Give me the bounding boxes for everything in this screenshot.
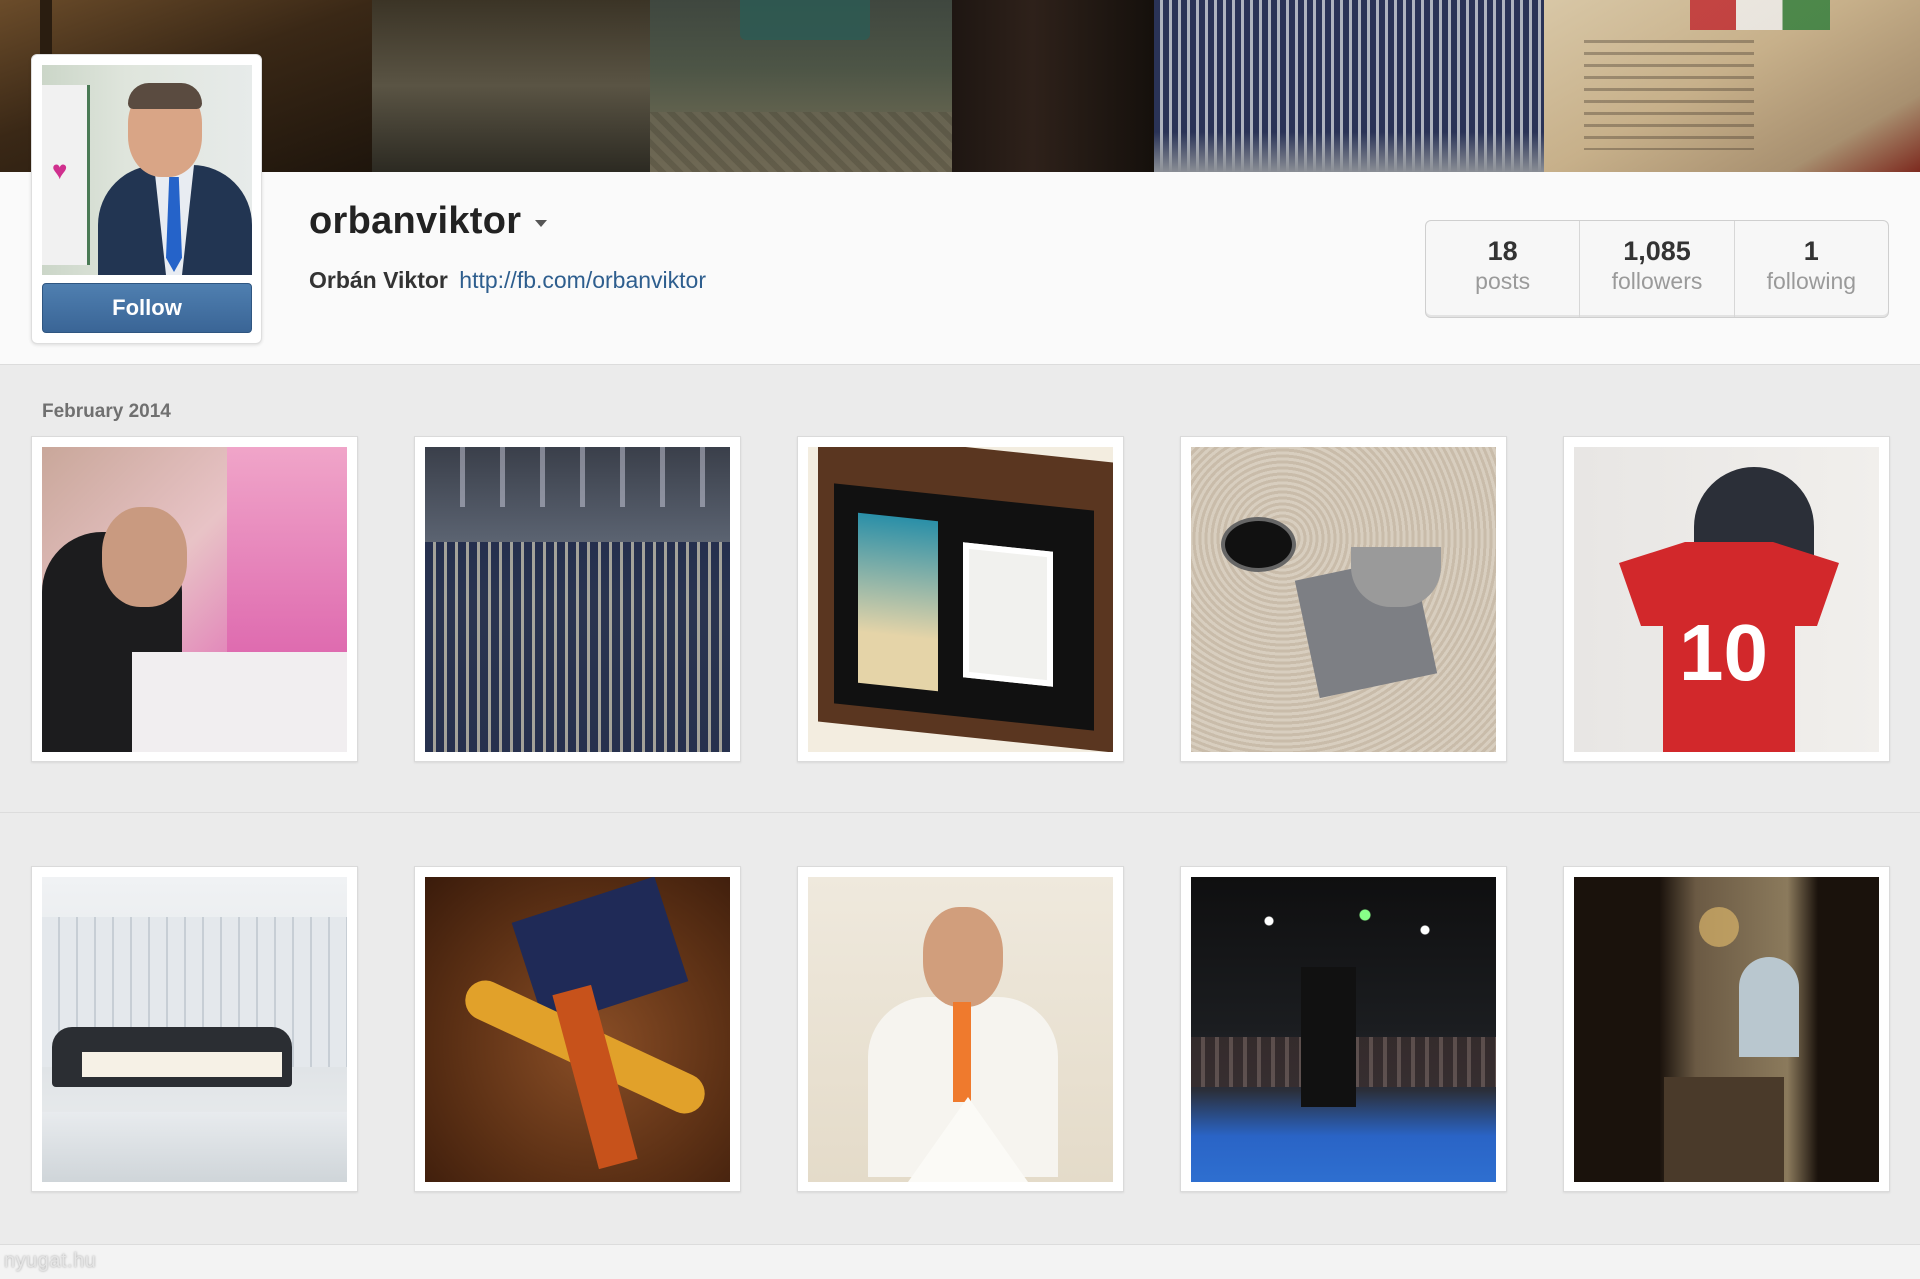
jersey-number: 10 [1679, 608, 1768, 697]
username: orbanviktor [309, 200, 522, 242]
caret-down-icon[interactable] [535, 220, 548, 227]
full-name: Orbán Viktor [309, 267, 448, 293]
following-count: 1 [1803, 236, 1819, 266]
photo-row-1: 10 [31, 436, 1890, 762]
watermark: nyugat.hu [4, 1250, 97, 1272]
cover-photo-2 [372, 0, 650, 172]
photo-children[interactable] [31, 436, 358, 762]
photo-book-and-ereader[interactable] [797, 436, 1124, 762]
follow-button[interactable]: Follow [42, 283, 252, 333]
posts-count: 18 [1487, 236, 1518, 266]
cover-photo-strip [0, 0, 1920, 172]
stat-posts[interactable]: 18 posts [1426, 221, 1581, 317]
cover-photo-6 [1544, 0, 1920, 172]
avatar[interactable]: ♥ [42, 65, 252, 275]
month-label: February 2014 [42, 401, 171, 422]
stat-following[interactable]: 1 following [1735, 221, 1888, 317]
photo-stage-speech[interactable] [1180, 866, 1507, 1192]
followers-count: 1,085 [1623, 236, 1691, 266]
photo-row-2 [31, 866, 1890, 1192]
cover-photo-4 [952, 0, 1154, 172]
username-row: orbanviktor [309, 200, 548, 243]
posts-label: posts [1475, 268, 1531, 294]
bottom-divider [0, 1244, 1920, 1279]
photo-meeting-room[interactable] [31, 866, 358, 1192]
profile-stats: 18 posts 1,085 followers 1 following [1425, 220, 1889, 318]
cover-photo-5 [1154, 0, 1544, 172]
photo-hall-formation[interactable] [414, 436, 741, 762]
profile-bio: Orbán Viktor http://fb.com/orbanviktor [309, 267, 706, 294]
avatar-card: ♥ Follow [31, 54, 262, 344]
photo-passport-ribbons[interactable] [414, 866, 741, 1192]
photo-red-jersey[interactable]: 10 [1563, 436, 1890, 762]
website-link[interactable]: http://fb.com/orbanviktor [459, 267, 706, 293]
heart-icon: ♥ [52, 155, 68, 185]
followers-label: followers [1611, 268, 1703, 294]
row-divider [0, 812, 1920, 813]
photo-cornerstone[interactable] [1180, 436, 1507, 762]
photo-parliament-hall[interactable] [1563, 866, 1890, 1192]
profile-header: orbanviktor Orbán Viktor http://fb.com/o… [0, 172, 1920, 365]
cover-photo-3 [650, 0, 952, 172]
stat-followers[interactable]: 1,085 followers [1580, 221, 1735, 317]
following-label: following [1766, 268, 1857, 294]
photo-portrait-scarf[interactable] [797, 866, 1124, 1192]
